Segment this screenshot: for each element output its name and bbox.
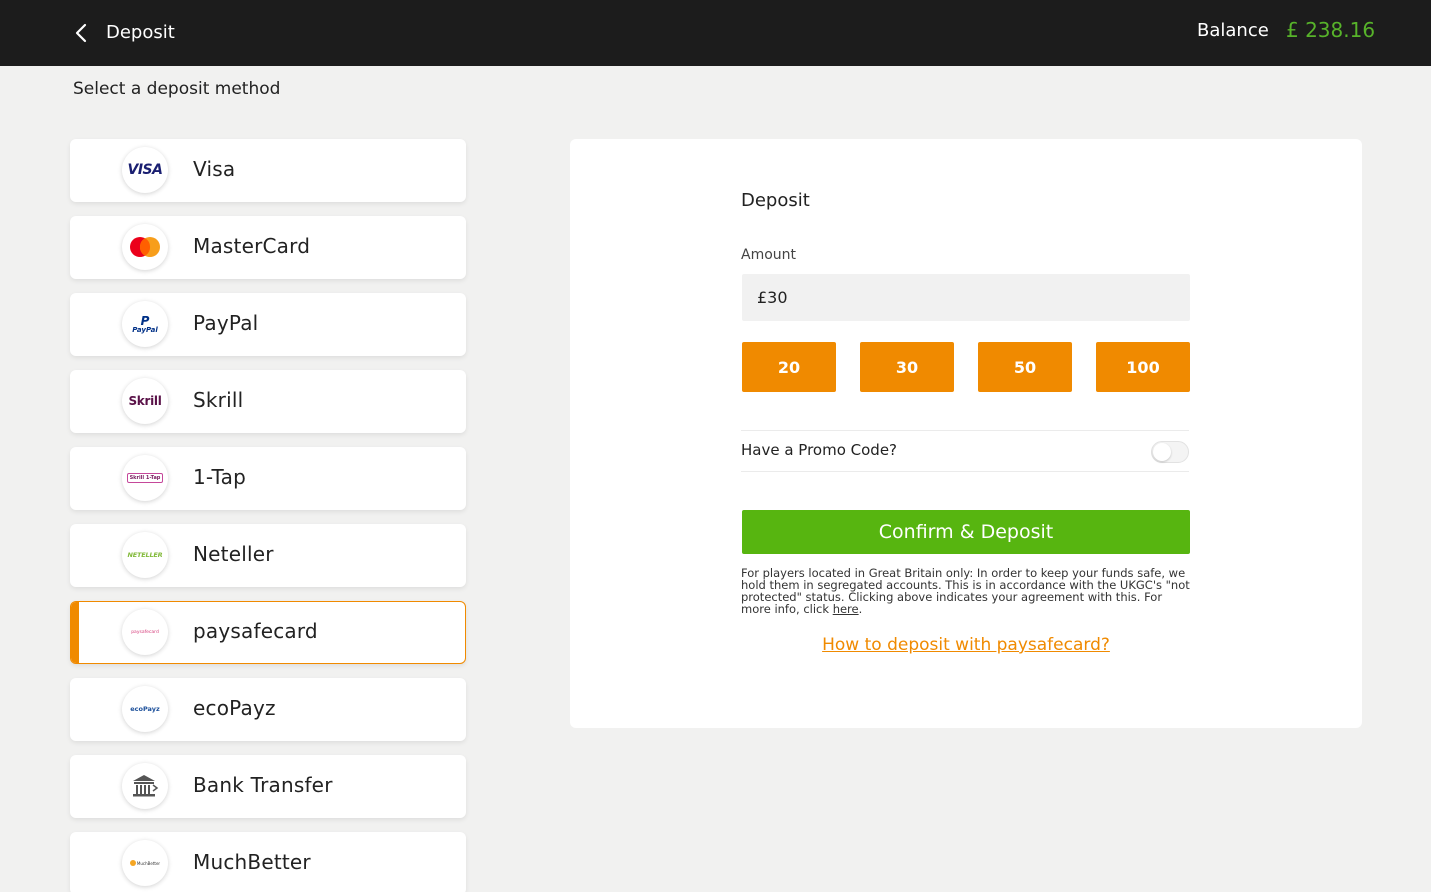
deposit-method-list: VISA Visa MasterCard P PayPal PayPal Skr… xyxy=(70,139,466,892)
deposit-title: Deposit xyxy=(741,190,810,211)
deposit-panel: Deposit Amount 20 30 50 100 Have a Promo… xyxy=(570,139,1362,728)
neteller-logo-icon: NETELLER xyxy=(122,532,168,578)
visa-logo-icon: VISA xyxy=(122,147,168,193)
promo-code-row: Have a Promo Code? xyxy=(741,430,1189,472)
method-label: paysafecard xyxy=(193,619,318,643)
method-label: Visa xyxy=(193,157,236,181)
amount-input[interactable] xyxy=(742,274,1190,321)
method-ecopayz[interactable]: ecoPayz ecoPayz xyxy=(70,678,466,741)
quick-amount-button[interactable]: 100 xyxy=(1096,342,1190,392)
method-paysafecard[interactable]: paysafecard paysafecard xyxy=(70,601,466,664)
method-neteller[interactable]: NETELLER Neteller xyxy=(70,524,466,587)
toggle-knob xyxy=(1153,443,1171,461)
promo-code-toggle[interactable] xyxy=(1151,441,1189,463)
mastercard-logo-icon xyxy=(122,224,168,270)
confirm-deposit-button[interactable]: Confirm & Deposit xyxy=(742,510,1190,554)
chevron-left-icon[interactable] xyxy=(72,21,92,45)
paysafecard-logo-icon: paysafecard xyxy=(122,609,168,655)
amount-label: Amount xyxy=(741,247,797,263)
page-title: Deposit xyxy=(106,22,175,43)
method-muchbetter[interactable]: MuchBetter MuchBetter xyxy=(70,832,466,892)
method-label: Skrill xyxy=(193,388,244,412)
method-label: 1-Tap xyxy=(193,465,246,489)
bank-icon xyxy=(122,763,168,809)
how-to-deposit-link[interactable]: How to deposit with paysafecard? xyxy=(742,635,1190,655)
paypal-logo-icon: P PayPal xyxy=(122,301,168,347)
ecopayz-logo-icon: ecoPayz xyxy=(122,686,168,732)
quick-amount-button[interactable]: 30 xyxy=(860,342,954,392)
method-skrill[interactable]: Skrill Skrill xyxy=(70,370,466,433)
quick-amount-button[interactable]: 50 xyxy=(978,342,1072,392)
disclaimer-link[interactable]: here xyxy=(833,602,859,616)
top-bar: Deposit Balance £ 238.16 xyxy=(0,0,1431,66)
method-mastercard[interactable]: MasterCard xyxy=(70,216,466,279)
method-label: Neteller xyxy=(193,542,274,566)
method-label: Bank Transfer xyxy=(193,773,333,797)
method-label: MuchBetter xyxy=(193,850,311,874)
method-label: MasterCard xyxy=(193,234,311,258)
skrill-logo-icon: Skrill xyxy=(122,378,168,424)
disclaimer-text: For players located in Great Britain onl… xyxy=(741,566,1190,616)
quick-amount-button[interactable]: 20 xyxy=(742,342,836,392)
method-bank-transfer[interactable]: Bank Transfer xyxy=(70,755,466,818)
promo-code-label: Have a Promo Code? xyxy=(741,441,898,459)
method-label: PayPal xyxy=(193,311,259,335)
method-label: ecoPayz xyxy=(193,696,276,720)
method-visa[interactable]: VISA Visa xyxy=(70,139,466,202)
skrill-1tap-logo-icon: Skrill 1-Tap xyxy=(122,455,168,501)
method-1-tap[interactable]: Skrill 1-Tap 1-Tap xyxy=(70,447,466,510)
balance-label: Balance xyxy=(1197,20,1269,41)
balance-value: £ 238.16 xyxy=(1286,18,1376,42)
select-method-heading: Select a deposit method xyxy=(73,79,281,99)
method-paypal[interactable]: P PayPal PayPal xyxy=(70,293,466,356)
muchbetter-logo-icon: MuchBetter xyxy=(122,840,168,886)
